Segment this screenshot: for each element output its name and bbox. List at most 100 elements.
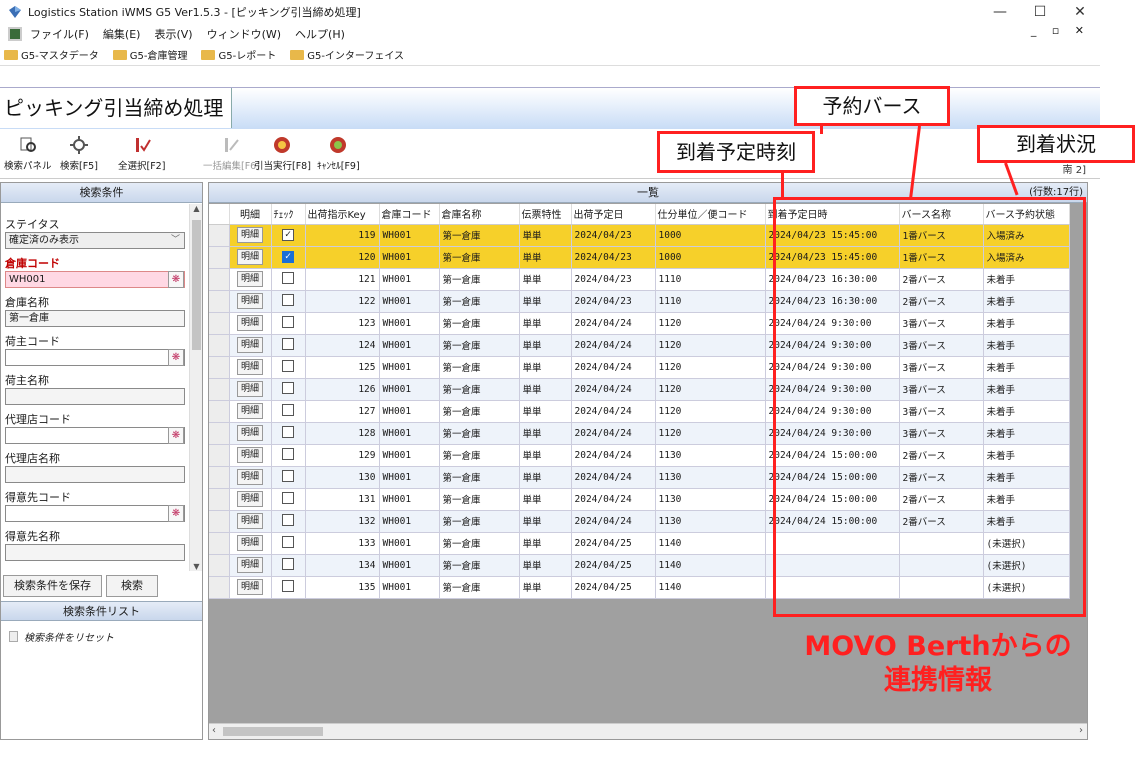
- row-checkbox[interactable]: [282, 381, 294, 394]
- row-header[interactable]: [209, 576, 230, 599]
- fav-interface[interactable]: G5-インターフェイス: [290, 47, 404, 62]
- row-checkbox[interactable]: [282, 535, 294, 548]
- col-ship-date[interactable]: 出荷予定日: [571, 204, 656, 225]
- detail-button[interactable]: 明細: [236, 293, 263, 309]
- row-checkbox[interactable]: [282, 579, 294, 592]
- save-condition-button[interactable]: 検索条件を保存: [3, 575, 102, 597]
- row-checkbox[interactable]: ✓: [282, 251, 294, 263]
- row-header[interactable]: [209, 246, 230, 269]
- row-checkbox[interactable]: [282, 557, 294, 570]
- hscroll-thumb[interactable]: [223, 727, 323, 736]
- mdi-controls[interactable]: _ ▫ ✕: [1031, 24, 1090, 37]
- lookup-icon[interactable]: ❋: [168, 427, 184, 444]
- detail-button[interactable]: 明細: [236, 227, 263, 243]
- detail-button[interactable]: 明細: [236, 447, 263, 463]
- detail-button[interactable]: 明細: [236, 491, 263, 507]
- col-wh-code[interactable]: 倉庫コード: [379, 204, 440, 225]
- detail-button[interactable]: 明細: [236, 469, 263, 485]
- menu-help[interactable]: ヘルプ(H): [295, 26, 345, 42]
- row-header[interactable]: [209, 290, 230, 313]
- lookup-icon[interactable]: ❋: [168, 271, 184, 288]
- row-header[interactable]: [209, 532, 230, 555]
- row-checkbox[interactable]: [282, 359, 294, 372]
- row-checkbox[interactable]: [282, 447, 294, 460]
- detail-button[interactable]: 明細: [236, 315, 263, 331]
- row-header[interactable]: [209, 334, 230, 357]
- menu-window[interactable]: ウィンドウ(W): [207, 26, 281, 42]
- row-header[interactable]: [209, 554, 230, 577]
- detail-button[interactable]: 明細: [236, 425, 263, 441]
- menu-edit[interactable]: 編集(E): [103, 26, 141, 42]
- row-header[interactable]: [209, 488, 230, 511]
- lookup-icon[interactable]: ❋: [168, 505, 184, 522]
- select-all-button[interactable]: 全選択[F2]: [118, 135, 165, 172]
- maximize-button[interactable]: ☐: [1020, 0, 1060, 24]
- lookup-icon[interactable]: ❋: [168, 349, 184, 366]
- scroll-thumb[interactable]: [192, 220, 201, 350]
- row-checkbox[interactable]: [282, 491, 294, 504]
- customer-code-input[interactable]: ❋: [5, 505, 185, 522]
- agent-code-input[interactable]: ❋: [5, 427, 185, 444]
- detail-button[interactable]: 明細: [236, 337, 263, 353]
- detail-button[interactable]: 明細: [236, 535, 263, 551]
- row-checkbox[interactable]: [282, 337, 294, 350]
- col-wh-name[interactable]: 倉庫名称: [439, 204, 520, 225]
- detail-button[interactable]: 明細: [236, 557, 263, 573]
- row-header[interactable]: [209, 224, 230, 247]
- search-button[interactable]: 検索[F5]: [60, 135, 98, 172]
- reset-condition-item[interactable]: 検索条件をリセット: [9, 629, 114, 644]
- row-checkbox[interactable]: [282, 293, 294, 306]
- warehouse-code-input[interactable]: WH001 ❋: [5, 271, 185, 288]
- row-header[interactable]: [209, 466, 230, 489]
- row-header[interactable]: [209, 422, 230, 445]
- row-checkbox[interactable]: [282, 513, 294, 526]
- detail-button[interactable]: 明細: [236, 513, 263, 529]
- minimize-button[interactable]: —: [980, 0, 1020, 24]
- close-button[interactable]: ✕: [1060, 0, 1100, 24]
- fav-report[interactable]: G5-レポート: [201, 47, 276, 62]
- row-header[interactable]: [209, 378, 230, 401]
- status-select[interactable]: 確定済のみ表示 ﹀: [5, 232, 185, 249]
- cancel-button[interactable]: ｷｬﾝｾﾙ[F9]: [317, 135, 360, 172]
- scroll-left-icon[interactable]: ‹: [212, 725, 216, 736]
- col-unit[interactable]: 仕分単位／便コード: [655, 204, 766, 225]
- detail-button[interactable]: 明細: [236, 381, 263, 397]
- row-checkbox[interactable]: [282, 469, 294, 482]
- col-slip[interactable]: 伝票特性: [519, 204, 572, 225]
- execute-allocation-button[interactable]: 引当実行[F8]: [254, 135, 311, 172]
- fav-master-data[interactable]: G5-マスタデータ: [4, 47, 99, 62]
- bulk-edit-button[interactable]: 一括編集[F6]: [203, 135, 260, 172]
- detail-button[interactable]: 明細: [236, 249, 263, 265]
- detail-button[interactable]: 明細: [236, 579, 263, 595]
- menu-view[interactable]: 表示(V): [154, 26, 192, 42]
- row-checkbox[interactable]: [282, 425, 294, 438]
- mdi-window-icon[interactable]: [8, 27, 22, 41]
- col-key[interactable]: 出荷指示Key: [305, 204, 380, 225]
- row-checkbox[interactable]: [282, 403, 294, 416]
- horizontal-scrollbar[interactable]: ‹ ›: [209, 723, 1087, 739]
- row-header[interactable]: [209, 312, 230, 335]
- row-header[interactable]: [209, 400, 230, 423]
- owner-code-input[interactable]: ❋: [5, 349, 185, 366]
- row-checkbox[interactable]: ✓: [282, 229, 294, 241]
- scroll-down-icon[interactable]: ▼: [190, 562, 203, 571]
- wh-name-cell: 第一倉庫: [439, 444, 520, 467]
- col-detail[interactable]: 明細: [229, 204, 272, 225]
- detail-button[interactable]: 明細: [236, 271, 263, 287]
- detail-button[interactable]: 明細: [236, 403, 263, 419]
- row-checkbox[interactable]: [282, 315, 294, 328]
- row-header[interactable]: [209, 356, 230, 379]
- search-submit-button[interactable]: 検索: [106, 575, 158, 597]
- fav-warehouse[interactable]: G5-倉庫管理: [112, 47, 187, 62]
- row-checkbox[interactable]: [282, 271, 294, 284]
- menu-file[interactable]: ファイル(F): [30, 26, 89, 42]
- row-header[interactable]: [209, 510, 230, 533]
- row-header[interactable]: [209, 444, 230, 467]
- scroll-right-icon[interactable]: ›: [1079, 725, 1083, 736]
- row-header[interactable]: [209, 268, 230, 291]
- detail-button[interactable]: 明細: [236, 359, 263, 375]
- col-check[interactable]: ﾁｪｯｸ: [271, 204, 306, 225]
- scroll-up-icon[interactable]: ▲: [190, 204, 203, 213]
- search-panel-button[interactable]: 検索パネル: [4, 135, 52, 172]
- condition-scrollbar[interactable]: ▲ ▼: [189, 204, 202, 571]
